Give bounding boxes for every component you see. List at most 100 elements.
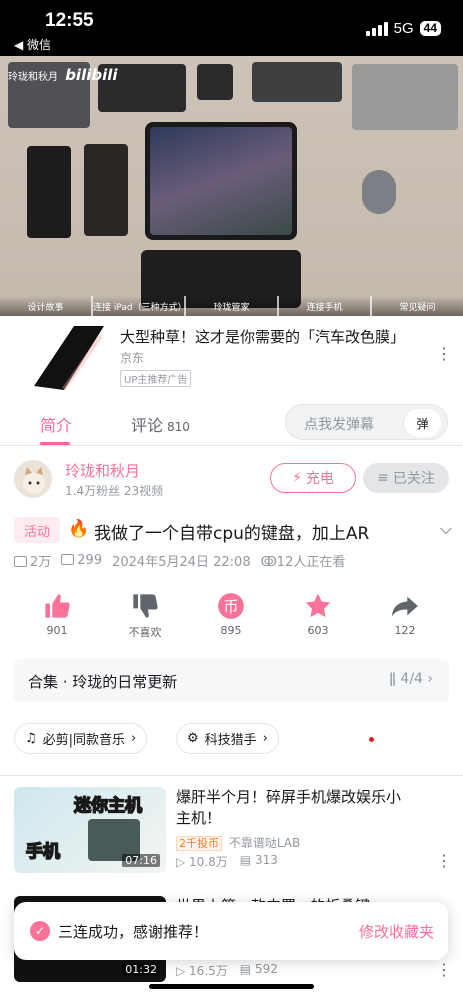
- uploader-stats: 1.4万粉丝 23视频: [65, 484, 164, 498]
- collection-progress: ǁ 4/4 ›: [389, 671, 433, 687]
- share-button[interactable]: 122: [365, 590, 445, 637]
- star-icon: [305, 593, 331, 617]
- uploader-row: 玲珑和秋月 1.4万粉丝 23视频 ⚡ 充电 ≡ 已关注: [14, 460, 454, 502]
- coin-tag: 2千投币: [176, 836, 222, 851]
- danmu-placeholder: 点我发弹幕: [304, 417, 374, 433]
- charge-button[interactable]: ⚡ 充电: [270, 463, 356, 493]
- collection-title: 合集 · 玲珑的日常更新: [28, 673, 178, 691]
- share-count: 122: [394, 624, 416, 637]
- chapter-item[interactable]: 玲珑管家: [184, 296, 277, 316]
- tablet-object: [145, 122, 297, 240]
- chapter-item[interactable]: 设计故事: [0, 296, 91, 316]
- danmu-toggle-button[interactable]: 弹: [403, 409, 441, 437]
- ad-card[interactable]: 大型种草！这才是你需要的「汽车改色膜」 京东 UP主推荐广告 ⋮: [0, 316, 463, 400]
- chapter-bar: 设计故事 连接 iPad（三种方式） 玲珑管家 连接手机 常见疑问: [0, 296, 463, 316]
- video-player[interactable]: 玲珑和秋月 bilibili 设计故事 连接 iPad（三种方式） 玲珑管家 连…: [0, 56, 463, 316]
- video-stats: ▷ 10.8万 ▤ 313: [176, 853, 278, 869]
- success-toast: ✓ 三连成功，感谢推荐！ 修改收藏夹: [14, 902, 448, 960]
- more-icon[interactable]: ⋮: [436, 346, 452, 362]
- notification-dot: [369, 737, 374, 742]
- chapter-item[interactable]: 连接手机: [277, 296, 370, 316]
- share-arrow-icon: [392, 596, 418, 617]
- danmaku-icon: ▤: [239, 962, 255, 976]
- coin-button[interactable]: 币 895: [191, 590, 271, 637]
- video-title: 爆肝半个月！碎屏手机爆改娱乐小主机！: [176, 788, 402, 827]
- video-title-row[interactable]: 活动 🔥 我做了一个自带cpu的键盘，加上AR ⌵: [14, 515, 454, 545]
- activity-tag[interactable]: 活动: [14, 517, 60, 543]
- dislike-button[interactable]: 不喜欢: [105, 590, 185, 640]
- followed-button[interactable]: ≡ 已关注: [363, 463, 449, 493]
- chevron-right-icon: ›: [427, 671, 433, 687]
- danmu-input[interactable]: 点我发弹幕 弹: [285, 404, 448, 440]
- favorite-count: 603: [307, 624, 329, 637]
- cat-avatar-icon: [23, 467, 45, 494]
- video-duration: 07:16: [122, 854, 160, 867]
- tab-intro[interactable]: 简介: [40, 412, 72, 436]
- video-duration: 01:32: [122, 963, 160, 976]
- divider: [0, 775, 463, 776]
- tab-comments[interactable]: 评论 810: [131, 412, 190, 436]
- device-object: [197, 64, 233, 100]
- bars-icon: ǁ: [389, 671, 396, 687]
- action-bar: 901 不喜欢 币 895 603 122: [0, 590, 463, 650]
- status-time: 12:55: [45, 10, 94, 31]
- status-indicators: 5G 44: [365, 20, 441, 37]
- chevron-down-icon[interactable]: ⌵: [440, 519, 452, 539]
- menu-icon: ≡: [377, 470, 389, 486]
- coin-count: 895: [220, 624, 242, 637]
- dislike-label: 不喜欢: [128, 626, 162, 639]
- video-title: 我做了一个自带cpu的键盘，加上AR: [94, 524, 370, 544]
- video-author: 不靠谱哒LAB: [228, 836, 301, 850]
- play-icon: ▷: [176, 855, 190, 869]
- recommended-video[interactable]: 迷你主机 手机 07:16 爆肝半个月！碎屏手机爆改娱乐小主机！ 2千投币 不靠…: [14, 787, 454, 873]
- music-chip[interactable]: ♫ 必剪|同款音乐 ›: [14, 723, 148, 754]
- danmaku-icon: [61, 554, 75, 565]
- tech-chip[interactable]: ⚙ 科技猎手 ›: [176, 723, 279, 754]
- collection-bar[interactable]: 合集 · 玲珑的日常更新 ǁ 4/4 ›: [14, 659, 449, 702]
- danmaku-stat: 299: [61, 553, 102, 568]
- phone-object: [27, 146, 71, 238]
- phone-object: [84, 144, 128, 236]
- like-count: 901: [46, 624, 68, 637]
- avatar[interactable]: [14, 460, 52, 498]
- ad-thumbnail: [24, 326, 104, 390]
- check-icon: ✓: [30, 921, 50, 941]
- chapter-item[interactable]: 常见疑问: [370, 296, 463, 316]
- edit-favorites-link[interactable]: 修改收藏夹: [359, 921, 434, 942]
- mouse-object: [362, 170, 396, 214]
- status-bar: 12:55 ◀ 微信 5G 44: [0, 0, 463, 56]
- more-icon[interactable]: ⋮: [436, 962, 452, 978]
- thumbnail-caption: 迷你主机: [73, 795, 143, 817]
- play-icon: ▷: [176, 964, 190, 978]
- home-indicator[interactable]: [149, 984, 314, 989]
- favorite-button[interactable]: 603: [278, 590, 358, 637]
- ad-tag: UP主推荐广告: [120, 370, 192, 387]
- people-icon: ↂ: [260, 555, 277, 570]
- lightning-icon: ⚡: [292, 470, 302, 486]
- back-to-app-link[interactable]: ◀ 微信: [14, 36, 51, 53]
- device-object: [252, 62, 342, 102]
- like-button[interactable]: 901: [17, 590, 97, 637]
- coin-icon: 币: [218, 593, 244, 619]
- keyboard-object: [352, 64, 458, 130]
- ad-brand: 京东: [120, 351, 145, 365]
- car-film-image: [34, 326, 104, 390]
- video-watermark: 玲珑和秋月 bilibili: [8, 66, 118, 84]
- signal-icon: [365, 21, 388, 36]
- play-icon: [14, 556, 27, 567]
- danmaku-icon: ▤: [239, 853, 255, 867]
- uploader-name[interactable]: 玲珑和秋月: [65, 460, 140, 481]
- video-meta: 2万 299 2024年5月24日 22:08 ↂ12人正在看: [14, 551, 345, 570]
- thumbs-down-icon: [133, 594, 158, 618]
- svg-text:币: 币: [223, 598, 238, 616]
- more-icon[interactable]: ⋮: [436, 853, 452, 869]
- music-icon: ♫: [25, 731, 37, 746]
- chapter-item[interactable]: 连接 iPad（三种方式）: [91, 296, 187, 316]
- tab-active-indicator: [40, 442, 70, 445]
- robot-icon: ⚙: [187, 731, 199, 746]
- video-stats: ▷ 16.5万 ▤ 592: [176, 962, 278, 978]
- ad-title: 大型种草！这才是你需要的「汽车改色膜」: [120, 328, 406, 346]
- video-author-line: 2千投币 不靠谱哒LAB: [176, 834, 300, 851]
- views-stat: 2万: [14, 551, 51, 570]
- video-thumbnail: 迷你主机 手机 07:16: [14, 787, 166, 873]
